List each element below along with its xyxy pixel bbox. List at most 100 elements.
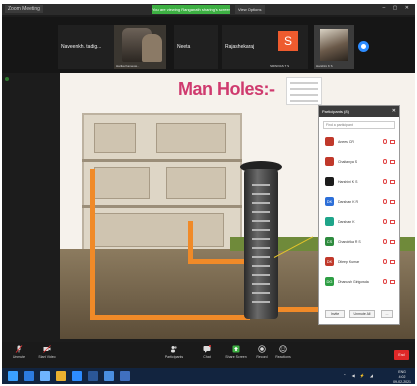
microphone-icon — [15, 345, 23, 353]
list-item[interactable]: DK Dileep Kumar — [319, 252, 399, 272]
title-bar: Zoom Meeting You are viewing Ranganath s… — [2, 4, 415, 15]
browser-icon[interactable] — [40, 371, 50, 381]
participant-tile[interactable]: Harika Kamesw... — [114, 25, 166, 69]
record-button[interactable]: Record — [254, 345, 270, 359]
video-off-icon — [390, 260, 395, 264]
chat-button[interactable]: Chat — [200, 345, 214, 359]
avatar: CS — [325, 237, 334, 246]
list-item[interactable]: DK Darshan K R — [319, 192, 399, 212]
list-item[interactable]: Harshini K S — [319, 172, 399, 192]
video-camera-icon — [43, 345, 51, 353]
smiley-icon — [279, 345, 287, 353]
video-off-icon — [390, 240, 395, 244]
avatar: DK — [325, 197, 334, 206]
end-meeting-button[interactable]: End — [394, 350, 409, 360]
app-title: Zoom Meeting — [5, 5, 43, 13]
share-status-bar[interactable]: You are viewing Ranganath sharing's scre… — [152, 5, 230, 14]
avatar — [325, 177, 334, 186]
view-options-button[interactable]: View Options — [235, 5, 265, 14]
chat-label: Chat — [203, 355, 211, 359]
zoom-window: Zoom Meeting You are viewing Ranganath s… — [2, 4, 415, 384]
unmute-label: Unmute — [12, 355, 26, 359]
participant-name: Anees CR — [338, 140, 354, 144]
list-item[interactable]: Darshan K — [319, 212, 399, 232]
share-screen-button[interactable]: Share Screen — [224, 345, 248, 359]
avatar: DK — [325, 257, 334, 266]
chat-icon — [203, 345, 211, 353]
start-video-label: Start Video — [38, 355, 56, 359]
list-item[interactable]: DG Dhanush Girigowda — [319, 272, 399, 292]
panel-title: Participants (8) — [322, 109, 349, 114]
reactions-label: Reactions — [275, 355, 291, 359]
invite-button[interactable]: Invite — [325, 310, 345, 318]
participant-name: Harika Kamesw... — [116, 64, 140, 68]
window-controls[interactable]: – ▢ ✕ — [383, 5, 412, 11]
video-off-icon — [390, 280, 395, 284]
participant-strip: Naveenkh. tadig... Harika Kamesw... Neet… — [2, 17, 415, 81]
list-item[interactable]: Anees CR — [319, 132, 399, 152]
list-item[interactable]: Chaitanya S — [319, 152, 399, 172]
muted-mic-icon — [383, 199, 387, 204]
record-icon — [258, 345, 266, 353]
participant-name: Dileep Kumar — [338, 260, 360, 264]
participants-icon — [171, 346, 177, 353]
video-off-icon — [390, 200, 395, 204]
avatar: S — [278, 31, 298, 51]
panel-footer: Invite Unmute All ... — [319, 308, 399, 320]
participant-tile[interactable]: S SRINIVAS T S — [268, 25, 308, 69]
media-icon[interactable] — [104, 371, 114, 381]
windows-start-icon[interactable] — [8, 371, 18, 381]
close-icon[interactable]: ✕ — [392, 106, 396, 117]
video-off-icon — [390, 180, 395, 184]
participant-name: Darshan K R — [338, 200, 359, 204]
participant-name: SRINIVAS T S — [270, 64, 290, 68]
share-screen-label: Share Screen — [225, 355, 247, 359]
muted-mic-icon — [383, 279, 387, 284]
start-video-button[interactable]: Start Video — [36, 345, 58, 359]
avatar: DG — [325, 277, 334, 286]
participant-name: Harshini K S — [316, 64, 333, 68]
unmute-all-button[interactable]: Unmute All — [349, 310, 375, 318]
participant-name: Rajashekaraj — [225, 44, 255, 50]
avatar — [325, 217, 334, 226]
video-feed — [142, 34, 162, 62]
participant-tile[interactable]: Rajashekaraj — [222, 25, 272, 69]
clock-date: 09-02-2021 — [393, 380, 411, 384]
more-button[interactable]: ... — [381, 310, 393, 318]
participant-name: Harshini K S — [338, 180, 358, 184]
participant-name: Chandrika R S — [338, 240, 361, 244]
video-feed — [320, 29, 348, 61]
word-icon[interactable] — [88, 371, 98, 381]
reactions-button[interactable]: Reactions — [274, 345, 292, 359]
muted-mic-icon — [383, 219, 387, 224]
next-page-icon[interactable] — [358, 41, 369, 52]
app-icon[interactable] — [120, 371, 130, 381]
muted-mic-icon — [383, 179, 387, 184]
video-off-icon — [390, 220, 395, 224]
avatar — [325, 157, 334, 166]
panel-header: Participants (8) ✕ — [319, 106, 399, 117]
zoom-taskbar-icon[interactable] — [72, 371, 82, 381]
system-tray[interactable]: ⌃ ◀ ⚡ ◢ — [343, 373, 375, 378]
muted-mic-icon — [383, 139, 387, 144]
taskbar-clock[interactable]: ENG 4:02 09-02-2021 — [393, 370, 411, 384]
share-screen-icon — [232, 345, 240, 353]
unmute-button[interactable]: Unmute — [10, 345, 28, 359]
file-explorer-icon[interactable] — [24, 371, 34, 381]
slide-note-box — [286, 77, 322, 105]
participants-button[interactable]: Participants — [162, 345, 186, 359]
meeting-toolbar: Unmute Start Video Participants Chat Sha… — [2, 342, 415, 368]
muted-mic-icon — [383, 239, 387, 244]
chrome-icon[interactable] — [56, 371, 66, 381]
participant-name: Neeta — [177, 44, 191, 50]
video-off-icon — [390, 160, 395, 164]
avatar — [325, 137, 334, 146]
muted-mic-icon — [383, 159, 387, 164]
list-item[interactable]: CS Chandrika R S — [319, 232, 399, 252]
participant-tile[interactable]: Naveenkh. tadig... — [58, 25, 118, 69]
participant-name: Darshan K — [338, 220, 355, 224]
record-label: Record — [256, 355, 268, 359]
participant-search-input[interactable]: Find a participant — [323, 121, 395, 129]
participant-tile[interactable]: Neeta — [174, 25, 218, 69]
participant-tile[interactable]: Harshini K S — [314, 25, 354, 69]
